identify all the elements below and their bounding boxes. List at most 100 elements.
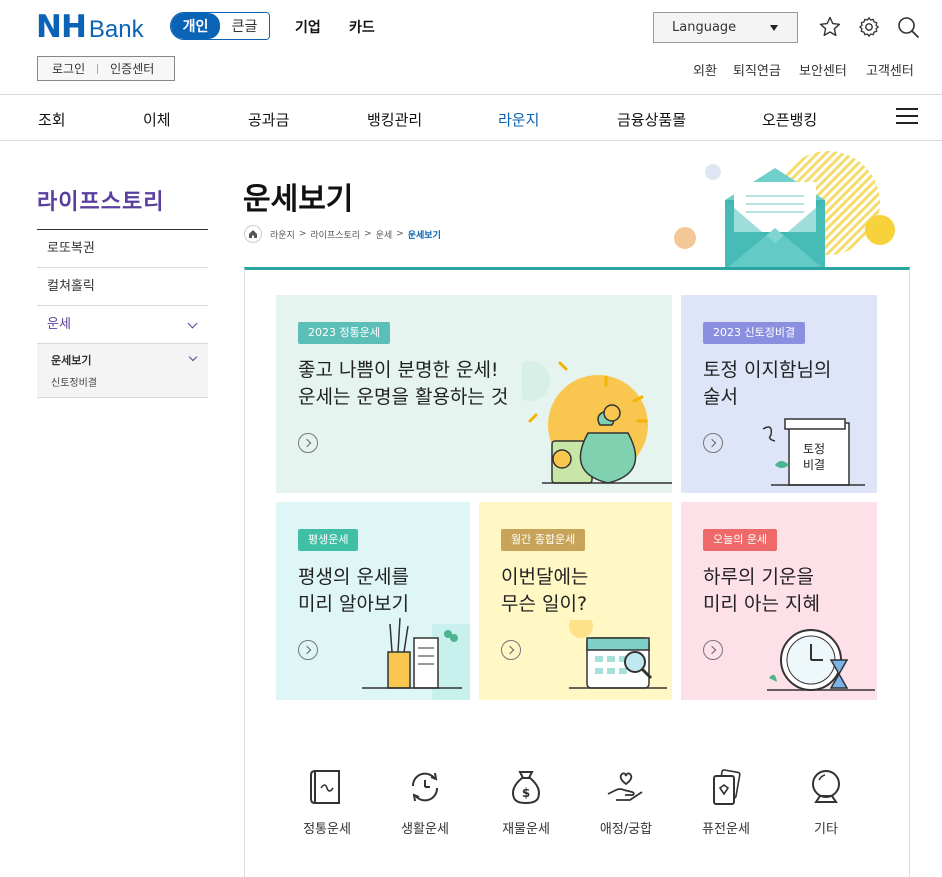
home-icon[interactable] <box>244 225 262 243</box>
nh-bank-logo[interactable]: NH Bank <box>36 12 144 45</box>
card-line: 좋고 나쁨이 분명한 운세! <box>298 359 499 381</box>
arrow-right-icon[interactable] <box>501 640 521 660</box>
card-line: 무슨 일이? <box>501 593 588 615</box>
card-text: 이번달에는 무슨 일이? <box>501 564 588 618</box>
card-text: 좋고 나쁨이 분명한 운세! 운세는 운명을 활용하는 것 <box>298 357 508 411</box>
breadcrumb-sep: > <box>298 229 307 239</box>
card-text: 하루의 기운을 미리 아는 지혜 <box>703 564 820 618</box>
lnb-title: 라이프스토리 <box>37 190 165 215</box>
gnb-utility-bills[interactable]: 공과금 <box>248 109 289 130</box>
lnb-item-lotto[interactable]: 로또복권 <box>37 230 208 268</box>
card-line: 운세는 운명을 활용하는 것 <box>298 386 509 408</box>
chevron-down-icon <box>187 318 198 329</box>
lnb-submenu: 운세보기 신토정비결 <box>37 344 208 398</box>
money-bag-illustration <box>522 361 672 484</box>
tarot-card-icon <box>713 769 741 805</box>
arrow-right-icon[interactable] <box>703 433 723 453</box>
lnb-sub-tojeong[interactable]: 신토정비결 <box>51 374 97 389</box>
card-line: 평생의 운세를 <box>298 566 409 588</box>
arrow-right-icon[interactable] <box>298 433 318 453</box>
quick-traditional[interactable]: 정통운세 <box>282 768 372 837</box>
lnb-item-label: 로또복권 <box>47 241 95 256</box>
badge: 2023 정통운세 <box>298 322 390 344</box>
login-button[interactable]: 로그인 <box>52 60 85 77</box>
card-monthly-fortune[interactable]: 월간 종합운세 이번달에는 무슨 일이? <box>479 502 672 700</box>
gnb-banking-management[interactable]: 뱅킹관리 <box>367 109 422 130</box>
search-icon[interactable] <box>896 15 920 39</box>
forex-link[interactable]: 외환 <box>693 60 717 79</box>
language-select[interactable]: Language <box>653 12 798 43</box>
crystal-ball-icon <box>812 770 840 803</box>
arrow-right-icon[interactable] <box>298 640 318 660</box>
quick-fusion[interactable]: 퓨전운세 <box>681 768 771 837</box>
gnb-lounge[interactable]: 라운지 <box>498 109 539 130</box>
gnb-financial-products[interactable]: 금융상품몰 <box>617 109 686 130</box>
arrow-right-icon[interactable] <box>703 640 723 660</box>
badge: 오늘의 운세 <box>703 529 778 551</box>
card-traditional-fortune[interactable]: 2023 정통운세 좋고 나쁨이 분명한 운세! 운세는 운명을 활용하는 것 <box>276 295 672 493</box>
calendar-illustration <box>569 620 667 689</box>
global-nav: 조회 이체 공과금 뱅킹관리 라운지 금융상품몰 오픈뱅킹 <box>0 95 942 141</box>
card-link[interactable]: 카드 <box>349 17 375 37</box>
quick-label: 기타 <box>814 822 838 837</box>
breadcrumb-current: 운세보기 <box>407 230 441 241</box>
quick-label: 퓨전운세 <box>702 822 750 837</box>
breadcrumb: 라운지 > 라이프스토리 > 운세 > 운세보기 <box>244 225 441 243</box>
gear-icon[interactable] <box>857 15 881 39</box>
card-text: 토정 이지함님의 술서 <box>703 357 831 411</box>
caret-down-icon <box>770 25 778 31</box>
scroll-icon <box>310 770 340 804</box>
card-today-fortune[interactable]: 오늘의 운세 하루의 기운을 미리 아는 지혜 <box>681 502 877 700</box>
quick-love[interactable]: 애정/궁합 <box>581 768 671 837</box>
quick-label: 재물운세 <box>502 822 550 837</box>
money-bag-icon: $ <box>512 771 540 805</box>
breadcrumb-sep: > <box>364 229 372 239</box>
breadcrumb-item[interactable]: 운세 <box>376 228 393 241</box>
breadcrumb-item[interactable]: 라이프스토리 <box>310 228 360 241</box>
envelope-illustration <box>674 151 895 270</box>
language-label: Language <box>672 20 737 35</box>
quick-label: 애정/궁합 <box>599 822 653 837</box>
quick-etc[interactable]: 기타 <box>781 768 871 837</box>
pencil-cup-illustration <box>362 617 470 700</box>
quick-wealth[interactable]: $ 재물운세 <box>481 768 571 837</box>
cert-center-button[interactable]: 인증센터 <box>110 60 154 77</box>
breadcrumb-item[interactable]: 라운지 <box>270 228 295 241</box>
personal-largefont-toggle: 개인 큰글 <box>170 12 270 40</box>
lnb-sub-fortune-view[interactable]: 운세보기 <box>51 352 91 368</box>
badge: 월간 종합운세 <box>501 529 586 551</box>
large-font-tab[interactable]: 큰글 <box>220 13 269 39</box>
pension-link[interactable]: 퇴직연금 <box>733 60 781 79</box>
card-line: 하루의 기운을 <box>703 566 814 588</box>
menu-icon[interactable] <box>896 108 918 126</box>
card-tojeong[interactable]: 2023 신토정비결 토정 이지함님의 술서 토정 비결 <box>681 295 877 493</box>
card-line: 토정 이지함님의 <box>703 359 832 381</box>
art-text: 토정 <box>803 442 826 456</box>
customer-center-link[interactable]: 고객센터 <box>866 60 914 79</box>
security-center-link[interactable]: 보안센터 <box>799 60 847 79</box>
login-cert-box: 로그인 인증센터 <box>37 56 175 81</box>
star-icon[interactable] <box>818 15 842 39</box>
card-line: 미리 아는 지혜 <box>703 593 820 615</box>
heart-hand-icon <box>607 772 643 801</box>
gnb-transfer[interactable]: 이체 <box>143 109 171 130</box>
page-title: 운세보기 <box>243 182 354 217</box>
quick-label: 생활운세 <box>401 822 449 837</box>
card-lifetime-fortune[interactable]: 평생운세 평생의 운세를 미리 알아보기 <box>276 502 470 700</box>
quick-life[interactable]: 생활운세 <box>380 768 470 837</box>
refresh-clock-icon <box>411 772 439 802</box>
personal-tab[interactable]: 개인 <box>171 13 220 39</box>
quick-label: 정통운세 <box>303 822 351 837</box>
divider <box>97 63 99 74</box>
breadcrumb-sep: > <box>396 229 404 239</box>
gnb-inquiry[interactable]: 조회 <box>38 109 66 130</box>
card-line: 술서 <box>703 386 738 408</box>
lnb-item-culture[interactable]: 컬쳐홀릭 <box>37 268 208 306</box>
gnb-open-banking[interactable]: 오픈뱅킹 <box>762 109 817 130</box>
svg-text:$: $ <box>522 786 530 800</box>
logo-bank: Bank <box>88 16 144 43</box>
side-nav: 로또복권 컬쳐홀릭 운세 운세보기 신토정비결 <box>37 229 208 398</box>
lnb-item-fortune[interactable]: 운세 <box>37 306 208 344</box>
corporate-link[interactable]: 기업 <box>295 17 321 37</box>
tojeong-book-label: 토정 비결 <box>803 441 825 473</box>
